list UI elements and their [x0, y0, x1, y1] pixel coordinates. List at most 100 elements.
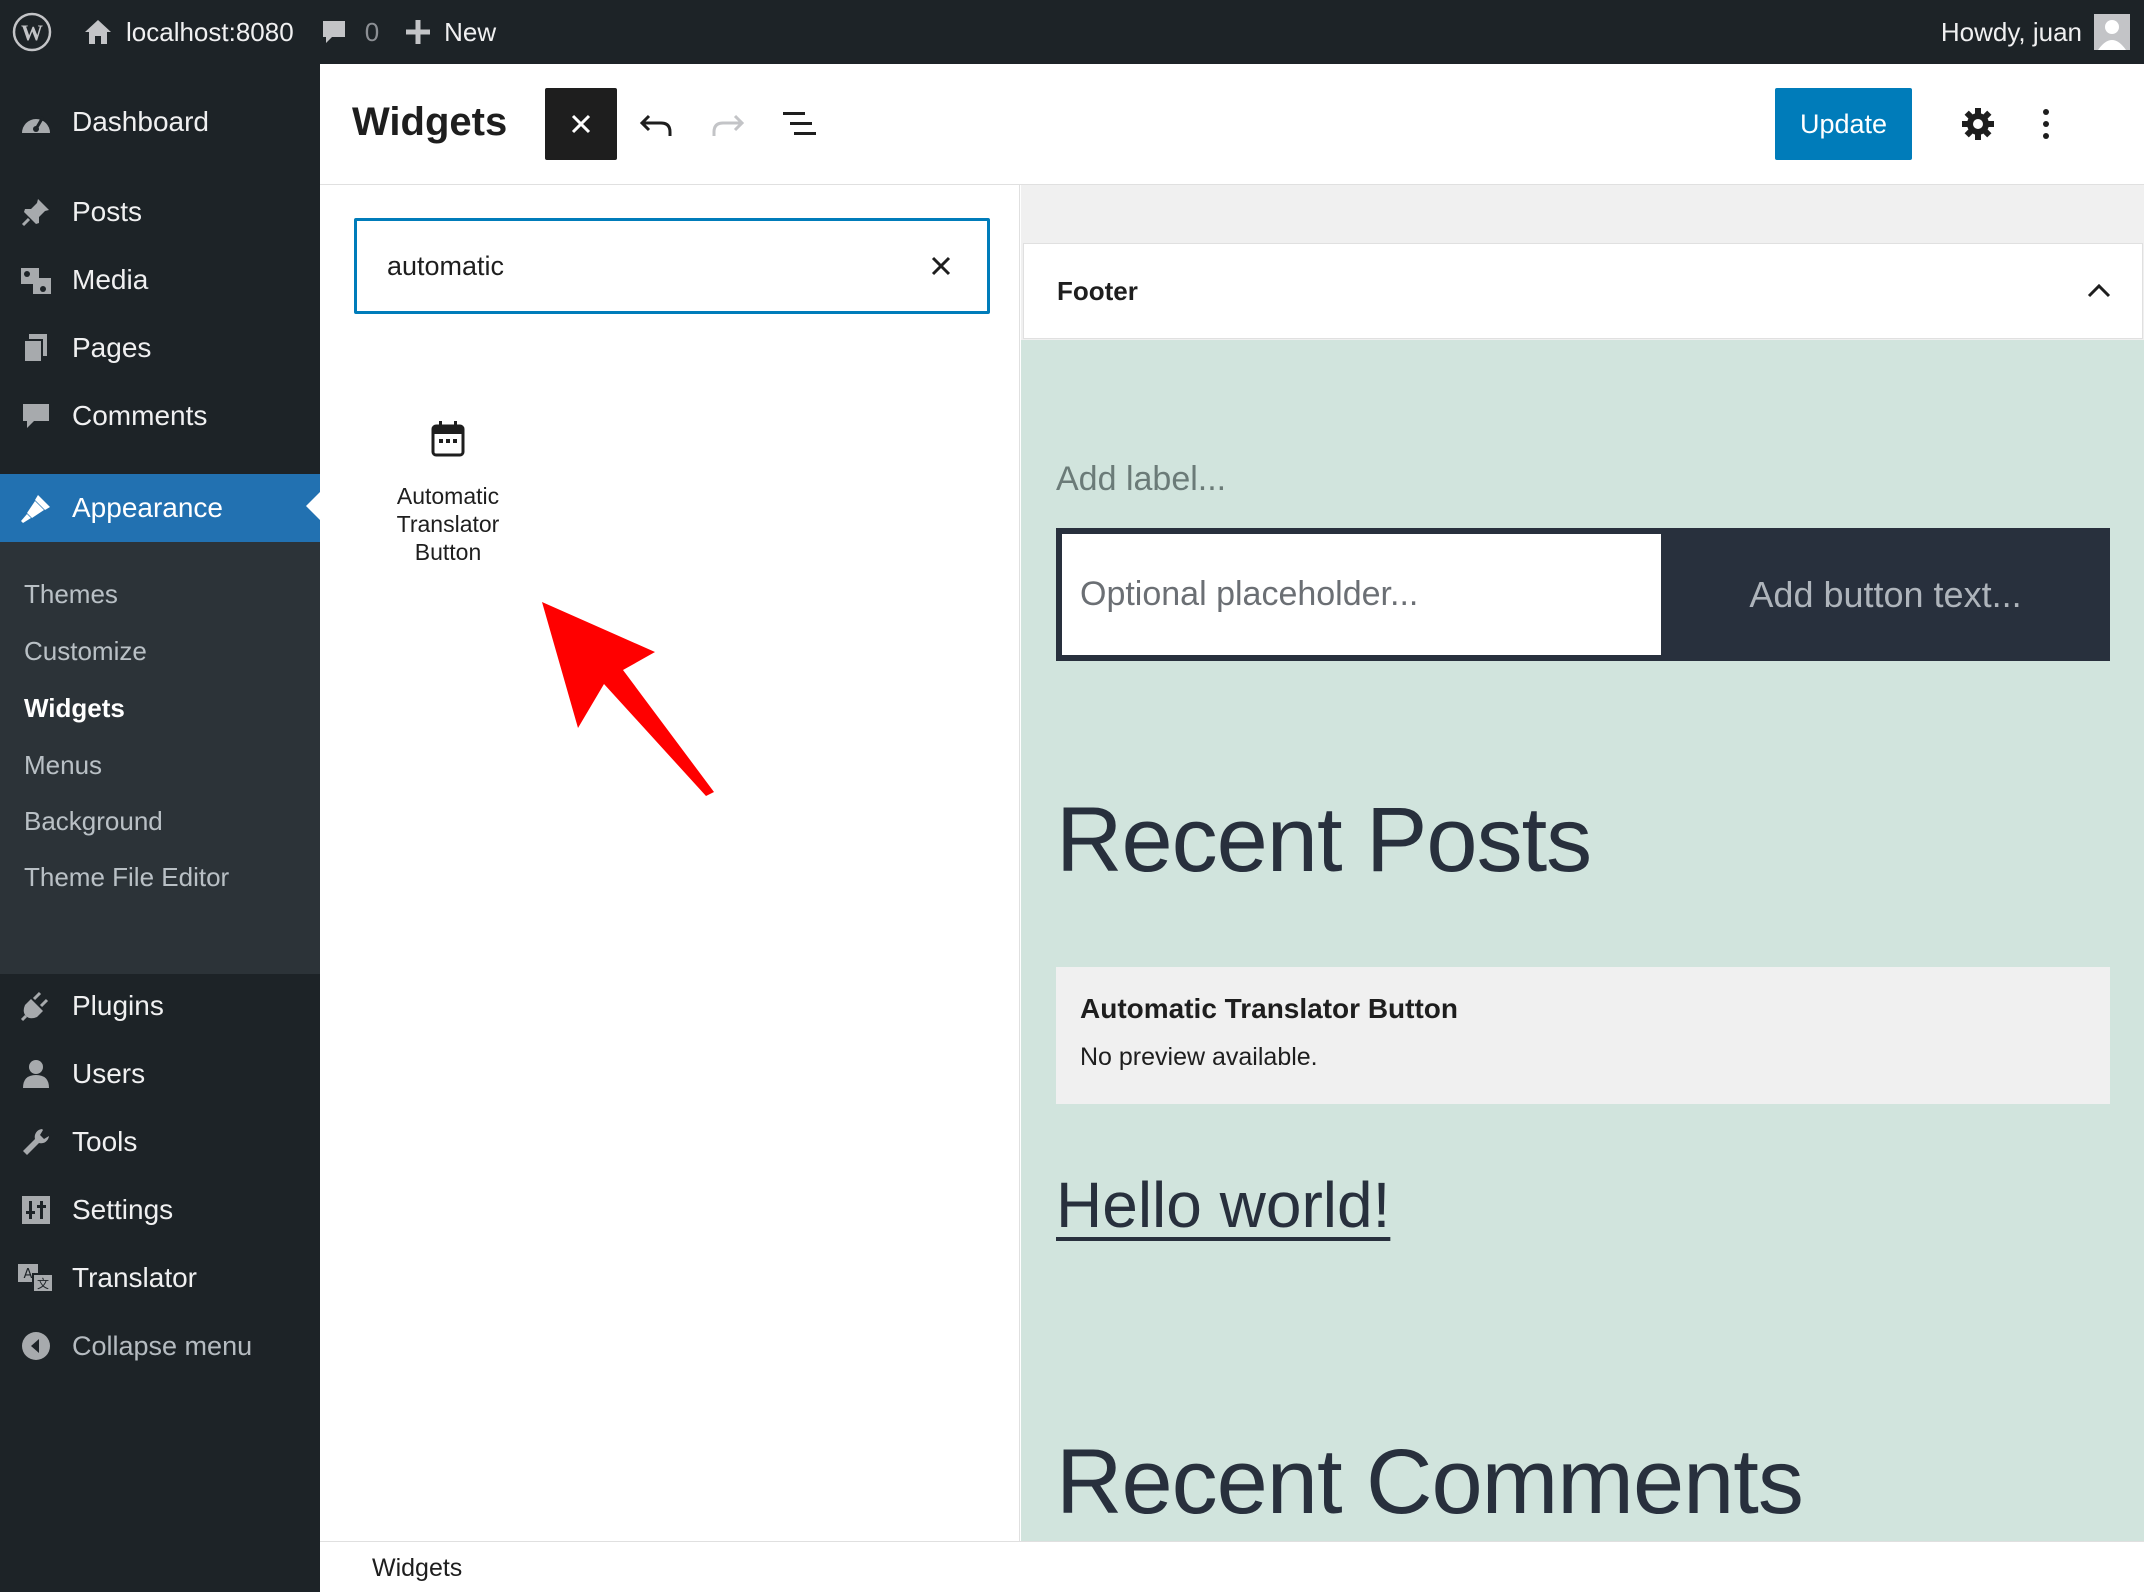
submenu-item-widgets[interactable]: Widgets	[24, 688, 125, 728]
breadcrumb[interactable]: Widgets	[372, 1554, 462, 1583]
sidebar-item-comments[interactable]: Comments	[0, 384, 320, 448]
plus-icon	[405, 19, 431, 45]
gear-icon	[1961, 107, 1995, 141]
sidebar-item-label: Posts	[72, 196, 143, 227]
settings-sliders-icon	[0, 1195, 72, 1225]
block-result-label: Automatic Translator Button	[396, 483, 500, 565]
block-search-input[interactable]	[357, 236, 901, 296]
sidebar-item-label: Appearance	[72, 492, 224, 523]
pin-icon	[0, 196, 72, 228]
search-block: Optional placeholder... Add button text.…	[1056, 528, 2110, 661]
editor-footer: Widgets	[320, 1541, 2144, 1592]
submenu-item-themes[interactable]: Themes	[24, 574, 118, 614]
annotation-arrow	[520, 590, 740, 810]
dashboard-icon	[0, 107, 72, 137]
page-title: Widgets	[352, 100, 508, 144]
admin-sidebar: Dashboard Posts Media Pages Comments App…	[0, 64, 320, 1592]
collapse-menu-button[interactable]: Collapse menu	[0, 1314, 320, 1378]
new-content-button[interactable]: New	[392, 0, 509, 64]
home-icon	[83, 18, 113, 46]
sidebar-item-label: Tools	[72, 1126, 138, 1157]
sidebar-item-label: Comments	[72, 400, 208, 431]
account-menu[interactable]: Howdy, juan	[1928, 0, 2144, 64]
sidebar-item-label: Media	[72, 264, 149, 295]
search-block-input[interactable]: Optional placeholder...	[1062, 534, 1661, 655]
brush-icon	[0, 491, 72, 525]
admin-bar: W localhost:8080 0 New Howdy, juan	[0, 0, 2144, 64]
sidebar-item-settings[interactable]: Settings	[0, 1178, 320, 1242]
sidebar-item-pages[interactable]: Pages	[0, 316, 320, 380]
legacy-widget-block[interactable]: Automatic Translator Button No preview a…	[1056, 967, 2110, 1104]
user-icon	[0, 1058, 72, 1090]
sidebar-item-users[interactable]: Users	[0, 1042, 320, 1106]
legacy-widget-preview-text: No preview available.	[1080, 1043, 1318, 1071]
plugin-icon	[0, 990, 72, 1022]
sidebar-item-label: Pages	[72, 332, 152, 363]
sidebar-item-media[interactable]: Media	[0, 248, 320, 312]
close-inserter-button[interactable]	[545, 88, 617, 160]
site-name: localhost:8080	[126, 16, 294, 47]
comment-icon	[0, 401, 72, 431]
greeting: Howdy, juan	[1940, 16, 2082, 47]
pages-icon	[0, 332, 72, 364]
recent-comments-heading[interactable]: Recent Comments	[1056, 1430, 1804, 1535]
list-view-icon	[782, 109, 818, 139]
search-block-button[interactable]: Add button text...	[1661, 528, 2110, 661]
footer-widget-area: Add label... Optional placeholder... Add…	[1021, 340, 2144, 1541]
update-button[interactable]: Update	[1775, 88, 1912, 160]
sidebar-item-translator[interactable]: A 文 Translator	[0, 1246, 320, 1310]
submenu-item-menus[interactable]: Menus	[24, 745, 102, 785]
undo-icon	[639, 110, 673, 138]
translate-icon: A 文	[0, 1262, 72, 1294]
wordpress-logo-button[interactable]: W	[0, 0, 70, 64]
sidebar-item-label: Translator	[72, 1262, 198, 1293]
sidebar-item-posts[interactable]: Posts	[0, 180, 320, 244]
collapse-arrow-icon	[0, 1331, 72, 1361]
sidebar-item-tools[interactable]: Tools	[0, 1110, 320, 1174]
sidebar-item-label: Users	[72, 1058, 146, 1089]
undo-button[interactable]	[620, 88, 692, 160]
list-view-button[interactable]	[764, 88, 836, 160]
svg-text:文: 文	[37, 1276, 49, 1291]
redo-icon	[711, 110, 745, 138]
submenu-item-customize[interactable]: Customize	[24, 631, 147, 671]
sidebar-item-plugins[interactable]: Plugins	[0, 974, 320, 1038]
legacy-widget-title: Automatic Translator Button	[1080, 993, 1459, 1024]
submenu-item-theme-file-editor[interactable]: Theme File Editor	[24, 857, 229, 897]
recent-posts-heading[interactable]: Recent Posts	[1056, 788, 1592, 893]
options-button[interactable]	[2020, 88, 2072, 160]
block-result-automatic-translator-button[interactable]: Automatic Translator Button	[368, 420, 528, 600]
sidebar-item-label: Settings	[72, 1194, 174, 1225]
svg-text:A: A	[24, 1267, 33, 1282]
wordpress-logo-icon: W	[12, 12, 52, 52]
comments-link[interactable]: 0	[307, 0, 392, 64]
new-label: New	[444, 16, 497, 47]
wrench-icon	[0, 1126, 72, 1158]
chevron-up-icon[interactable]	[2086, 283, 2112, 299]
site-name-link[interactable]: localhost:8080	[70, 0, 307, 64]
widget-area-header[interactable]: Footer	[1023, 243, 2143, 339]
svg-text:W: W	[21, 20, 43, 45]
appearance-submenu: Themes Customize Widgets Menus Backgroun…	[0, 542, 320, 974]
block-search	[354, 218, 990, 314]
redo-button[interactable]	[692, 88, 764, 160]
comment-bubble-icon	[320, 18, 348, 46]
post-link[interactable]: Hello world!	[1056, 1168, 1390, 1242]
clear-search-button[interactable]	[901, 226, 981, 306]
block-inserter-panel: Automatic Translator Button	[320, 185, 1020, 1541]
widget-area-title: Footer	[1057, 275, 1138, 306]
close-icon	[569, 112, 593, 136]
search-label-placeholder[interactable]: Add label...	[1056, 460, 1226, 499]
sidebar-item-dashboard[interactable]: Dashboard	[0, 90, 320, 154]
submenu-item-background[interactable]: Background	[24, 801, 163, 841]
media-icon	[0, 264, 72, 296]
settings-button[interactable]	[1946, 88, 2010, 160]
close-icon	[929, 254, 953, 278]
sidebar-item-appearance[interactable]: Appearance	[0, 474, 320, 542]
calendar-icon	[430, 420, 466, 458]
sidebar-item-label: Dashboard	[72, 106, 209, 137]
avatar	[2094, 14, 2130, 50]
comments-count: 0	[364, 16, 380, 47]
editor-canvas: Footer Add label... Optional placeholder…	[1021, 185, 2144, 1541]
editor-header: Widgets Update	[320, 64, 2144, 185]
